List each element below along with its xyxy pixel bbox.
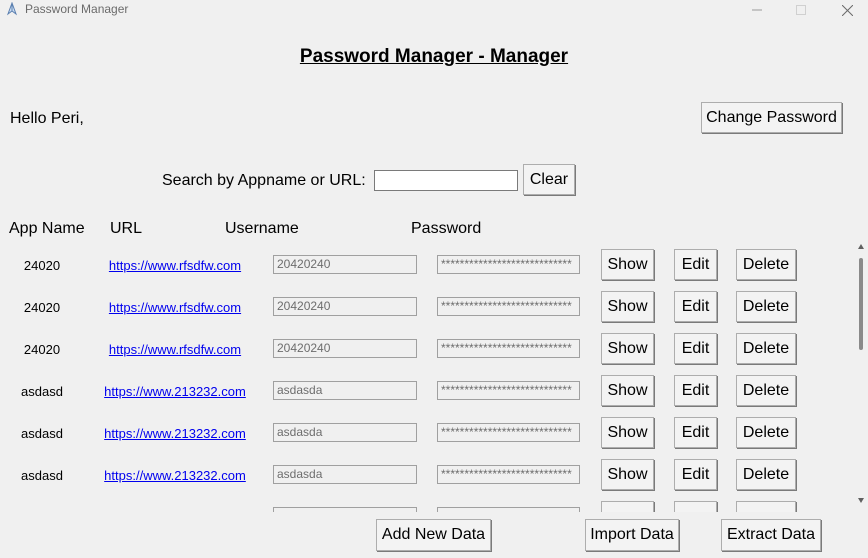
edit-button[interactable]: Edit <box>674 249 717 280</box>
search-label: Search by Appname or URL: <box>162 172 366 189</box>
edit-button[interactable]: Edit <box>674 459 717 490</box>
list-scrollbar[interactable] <box>854 242 868 510</box>
edit-button[interactable]: Edit <box>674 333 717 364</box>
credential-row: 24020 https://www.rfsdfw.com 20420240 **… <box>0 330 852 372</box>
password-field[interactable]: **************************** <box>437 339 580 358</box>
column-header-app-name: App Name <box>9 220 85 237</box>
app-name-cell: asdasd <box>21 426 63 441</box>
show-password-button[interactable] <box>601 501 654 512</box>
delete-button[interactable]: Delete <box>736 375 796 406</box>
page-title: Password Manager - Manager <box>299 46 569 67</box>
show-password-button[interactable]: Show <box>601 333 654 364</box>
minimize-button[interactable] <box>734 0 780 20</box>
url-link[interactable]: https://www.rfsdfw.com <box>96 300 254 315</box>
import-data-button[interactable]: Import Data <box>585 519 679 551</box>
app-name-cell: asdasd <box>21 468 63 483</box>
url-link[interactable]: https://www.rfsdfw.com <box>96 342 254 357</box>
show-password-button[interactable]: Show <box>601 417 654 448</box>
delete-button[interactable] <box>736 501 796 512</box>
delete-button[interactable]: Delete <box>736 249 796 280</box>
clear-button[interactable]: Clear <box>523 164 575 195</box>
show-password-button[interactable]: Show <box>601 375 654 406</box>
credential-row: asdasd https://www.213232.com asdasda **… <box>0 414 852 456</box>
change-password-button[interactable]: Change Password <box>701 102 842 133</box>
app-name-cell: asdasd <box>21 384 63 399</box>
column-header-username: Username <box>225 220 299 237</box>
url-link[interactable]: https://www.213232.com <box>96 384 254 399</box>
url-link[interactable]: https://www.213232.com <box>96 426 254 441</box>
credential-row <box>0 498 852 512</box>
edit-button[interactable]: Edit <box>674 375 717 406</box>
url-link[interactable]: https://www.rfsdfw.com <box>96 258 254 273</box>
credentials-list: 24020 https://www.rfsdfw.com 20420240 **… <box>0 244 852 512</box>
show-password-button[interactable]: Show <box>601 291 654 322</box>
window-title: Password Manager <box>25 2 129 16</box>
scroll-down-arrow-icon[interactable] <box>858 498 864 503</box>
edit-button[interactable]: Edit <box>674 417 717 448</box>
delete-button[interactable]: Delete <box>736 459 796 490</box>
close-button[interactable] <box>824 0 868 20</box>
app-name-cell: 24020 <box>23 258 61 273</box>
username-field[interactable]: 20420240 <box>273 297 417 316</box>
app-name-cell: 24020 <box>23 300 61 315</box>
password-field[interactable]: **************************** <box>437 297 580 316</box>
scrollbar-thumb[interactable] <box>859 258 863 350</box>
delete-button[interactable]: Delete <box>736 417 796 448</box>
column-header-url: URL <box>110 220 143 237</box>
password-field[interactable]: **************************** <box>437 255 580 274</box>
username-field[interactable] <box>273 507 417 512</box>
username-field[interactable]: 20420240 <box>273 339 417 358</box>
close-icon <box>841 4 853 16</box>
greeting-text: Hello Peri, <box>10 110 84 127</box>
scroll-up-arrow-icon[interactable] <box>858 244 864 249</box>
add-new-data-button[interactable]: Add New Data <box>376 519 491 551</box>
column-header-password: Password <box>411 220 482 237</box>
password-field[interactable]: **************************** <box>437 423 580 442</box>
show-password-button[interactable]: Show <box>601 249 654 280</box>
url-link[interactable]: https://www.213232.com <box>96 468 254 483</box>
username-field[interactable]: 20420240 <box>273 255 417 274</box>
show-password-button[interactable]: Show <box>601 459 654 490</box>
delete-button[interactable]: Delete <box>736 291 796 322</box>
edit-button[interactable] <box>674 501 717 512</box>
credential-row: asdasd https://www.213232.com asdasda **… <box>0 372 852 414</box>
username-field[interactable]: asdasda <box>273 423 417 442</box>
app-name-cell: 24020 <box>23 342 61 357</box>
username-field[interactable]: asdasda <box>273 381 417 400</box>
title-bar: Password Manager <box>0 0 868 20</box>
credential-row: 24020 https://www.rfsdfw.com 20420240 **… <box>0 288 852 330</box>
search-input[interactable] <box>374 170 518 191</box>
extract-data-button[interactable]: Extract Data <box>721 519 821 551</box>
password-field[interactable]: **************************** <box>437 381 580 400</box>
credential-row: 24020 https://www.rfsdfw.com 20420240 **… <box>0 246 852 288</box>
maximize-button[interactable] <box>778 0 824 20</box>
maximize-icon <box>796 5 806 15</box>
password-field[interactable] <box>437 507 580 512</box>
credential-row: asdasd https://www.213232.com asdasda **… <box>0 456 852 498</box>
password-field[interactable]: **************************** <box>437 465 580 484</box>
username-field[interactable]: asdasda <box>273 465 417 484</box>
app-feather-icon <box>6 2 18 16</box>
edit-button[interactable]: Edit <box>674 291 717 322</box>
minimize-icon <box>752 9 762 11</box>
delete-button[interactable]: Delete <box>736 333 796 364</box>
